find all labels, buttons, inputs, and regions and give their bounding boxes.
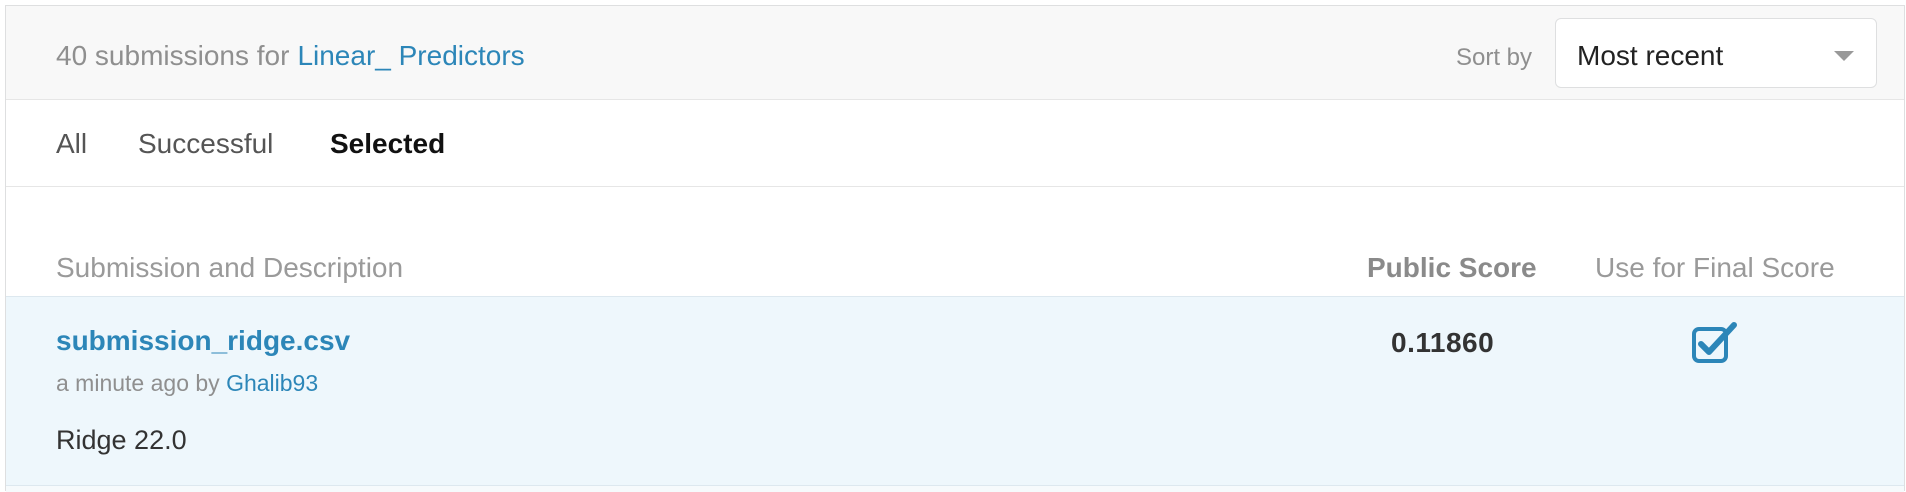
tab-all[interactable]: All [56,128,87,160]
chevron-down-icon [1834,51,1854,61]
public-score-value: 0.11860 [1391,327,1495,358]
column-header-public-score[interactable]: Public Score [1367,252,1537,284]
column-header-final-score: Use for Final Score [1595,252,1835,283]
submission-count: 40 submissions for [56,40,290,71]
table-row: submission_ridge.csv a minute ago by Gha… [6,296,1904,492]
tab-successful[interactable]: Successful [138,128,273,160]
submission-description: Ridge 22.0 [56,425,187,455]
submission-user-link[interactable]: Ghalib93 [226,370,318,396]
row-divider [6,485,1904,492]
submissions-title: 40 submissions for Linear_ Predictors [56,40,525,72]
submission-time: a minute ago by [56,370,220,396]
sort-selected-value: Most recent [1577,40,1724,71]
checkbox-checked-icon[interactable] [1692,321,1738,363]
submission-filename-link[interactable]: submission_ridge.csv [56,325,350,357]
submissions-header: 40 submissions for Linear_ Predictors Sor… [6,6,1904,100]
sort-label: Sort by [1456,44,1533,71]
sort-dropdown[interactable]: Most recent [1555,18,1877,88]
submissions-panel: 40 submissions for Linear_ Predictors Sor… [5,5,1905,492]
column-header-submission: Submission and Description [56,252,404,283]
tab-selected[interactable]: Selected [330,128,445,160]
submission-filter-tabs: All Successful Selected [6,100,1904,187]
competition-link[interactable]: Linear_ Predictors [297,40,524,71]
submission-meta: a minute ago by Ghalib93 [56,370,318,397]
